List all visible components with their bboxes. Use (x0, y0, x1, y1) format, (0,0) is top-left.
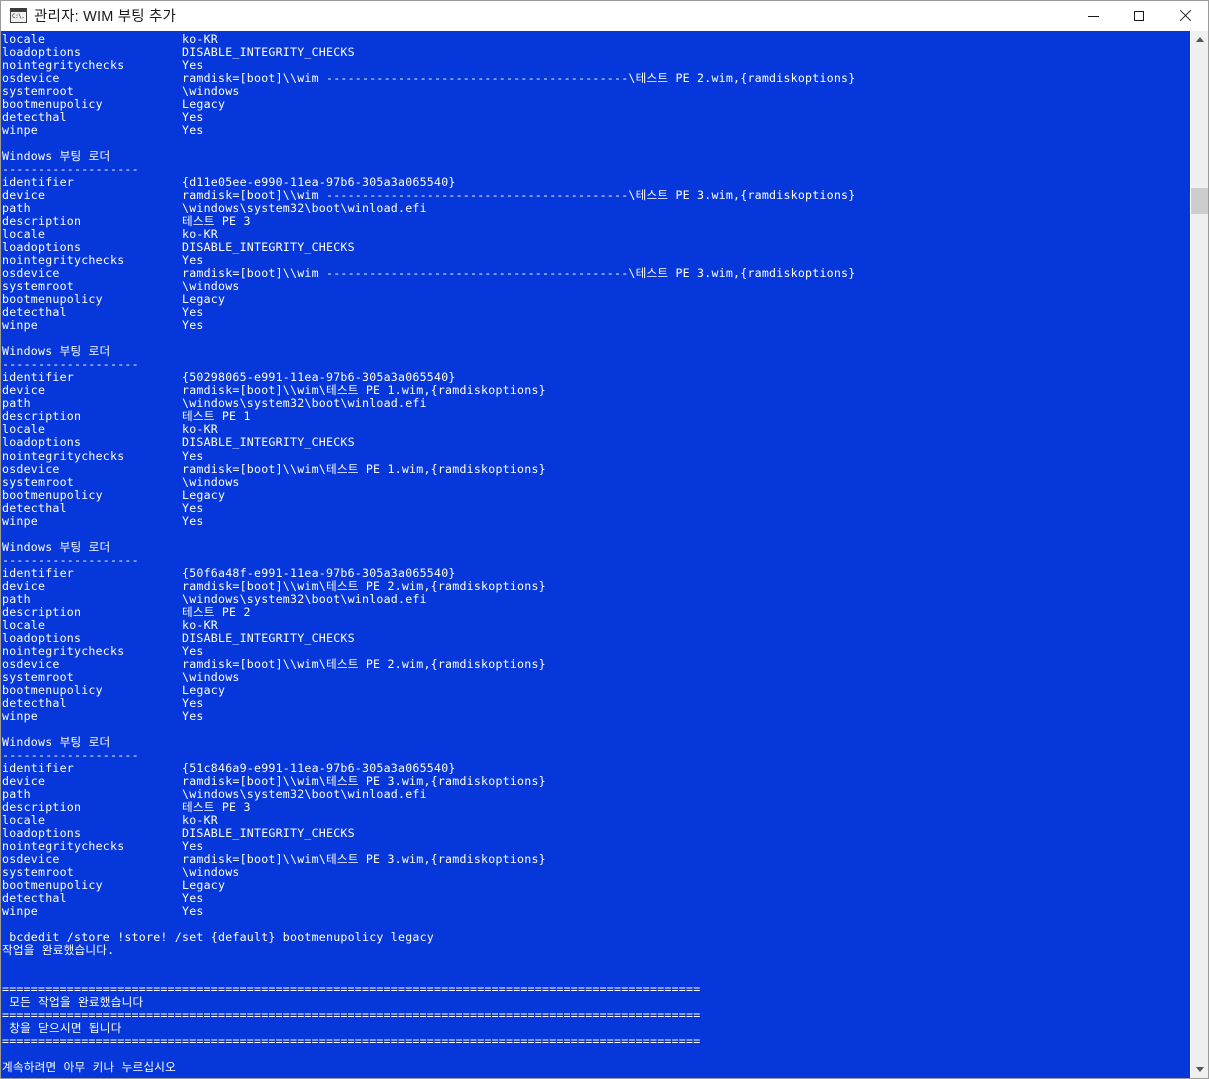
close-button[interactable] (1162, 1, 1208, 30)
maximize-icon (1134, 10, 1144, 21)
chevron-down-icon (1195, 1067, 1204, 1072)
scrollbar-thumb[interactable] (1191, 188, 1208, 214)
window-controls (1070, 1, 1208, 30)
window-title: 관리자: WIM 부팅 추가 (34, 9, 177, 25)
maximize-button[interactable] (1116, 1, 1162, 30)
scrollbar-track[interactable] (1191, 48, 1208, 1061)
console-output-area[interactable]: locale ko-KR loadoptions DISABLE_INTEGRI… (1, 31, 1190, 1078)
chevron-up-icon (1195, 37, 1204, 42)
minimize-button[interactable] (1070, 1, 1116, 30)
console-icon (10, 8, 27, 23)
vertical-scrollbar[interactable] (1190, 31, 1208, 1078)
title-bar[interactable]: 관리자: WIM 부팅 추가 (1, 1, 1208, 31)
console-body: locale ko-KR loadoptions DISABLE_INTEGRI… (1, 31, 1208, 1078)
minimize-icon (1087, 15, 1099, 17)
console-output-text: locale ko-KR loadoptions DISABLE_INTEGRI… (2, 32, 856, 1075)
scroll-down-button[interactable] (1191, 1061, 1208, 1078)
close-icon (1179, 9, 1192, 22)
scroll-up-button[interactable] (1191, 31, 1208, 48)
console-window: 관리자: WIM 부팅 추가 locale ko-KR loadoptions … (0, 0, 1209, 1079)
